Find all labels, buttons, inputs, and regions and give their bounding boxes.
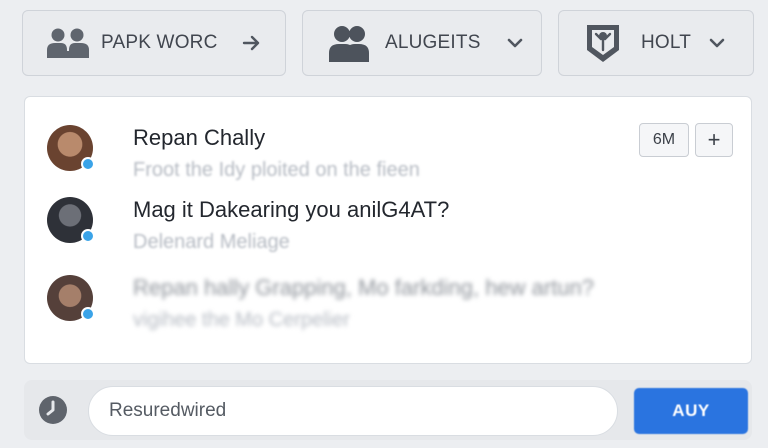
message-list-card: Repan Chally Froot the Idy ploited on th… (24, 96, 752, 364)
avatar (47, 197, 97, 247)
holt-dropdown-label: HOLT (641, 32, 692, 53)
users-dropdown-label: ALUGEITS (385, 32, 481, 53)
message-preview: Delenard Meliage (133, 231, 290, 253)
signpost-icon (583, 22, 623, 64)
message-composer: AUY (24, 380, 752, 440)
message-input[interactable] (88, 386, 618, 436)
send-button[interactable]: AUY (634, 388, 748, 434)
chevron-down-icon (709, 37, 725, 49)
message-title: Repan hally Grapping, Mo farkding, hew a… (133, 275, 595, 300)
avatar (47, 125, 97, 175)
avatar (47, 275, 97, 325)
add-button[interactable]: + (695, 123, 733, 157)
message-title: Mag it Dakearing you anilG4AT? (133, 197, 450, 222)
online-status-dot (81, 157, 95, 171)
message-preview: vigihee the Mo Cerpelier (133, 309, 350, 331)
online-status-dot (81, 229, 95, 243)
users-dropdown[interactable]: ALUGEITS (302, 10, 542, 76)
message-preview: Froot the Idy ploited on the fieen (133, 159, 420, 181)
card-actions: 6M + (639, 123, 733, 157)
top-toolbar: PAPK WORC ALUGEITS HOLT (22, 10, 754, 76)
arrow-right-icon (242, 35, 262, 51)
message-title: Repan Chally (133, 125, 266, 150)
online-status-dot (81, 307, 95, 321)
users-icon (327, 23, 371, 63)
holt-dropdown[interactable]: HOLT (558, 10, 754, 76)
work-button[interactable]: PAPK WORC (22, 10, 286, 76)
work-button-label: PAPK WORC (101, 32, 218, 53)
group-icon (45, 26, 91, 60)
chevron-down-icon (507, 37, 523, 49)
time-filter-button[interactable]: 6M (639, 123, 689, 157)
clock-icon[interactable] (38, 395, 68, 425)
